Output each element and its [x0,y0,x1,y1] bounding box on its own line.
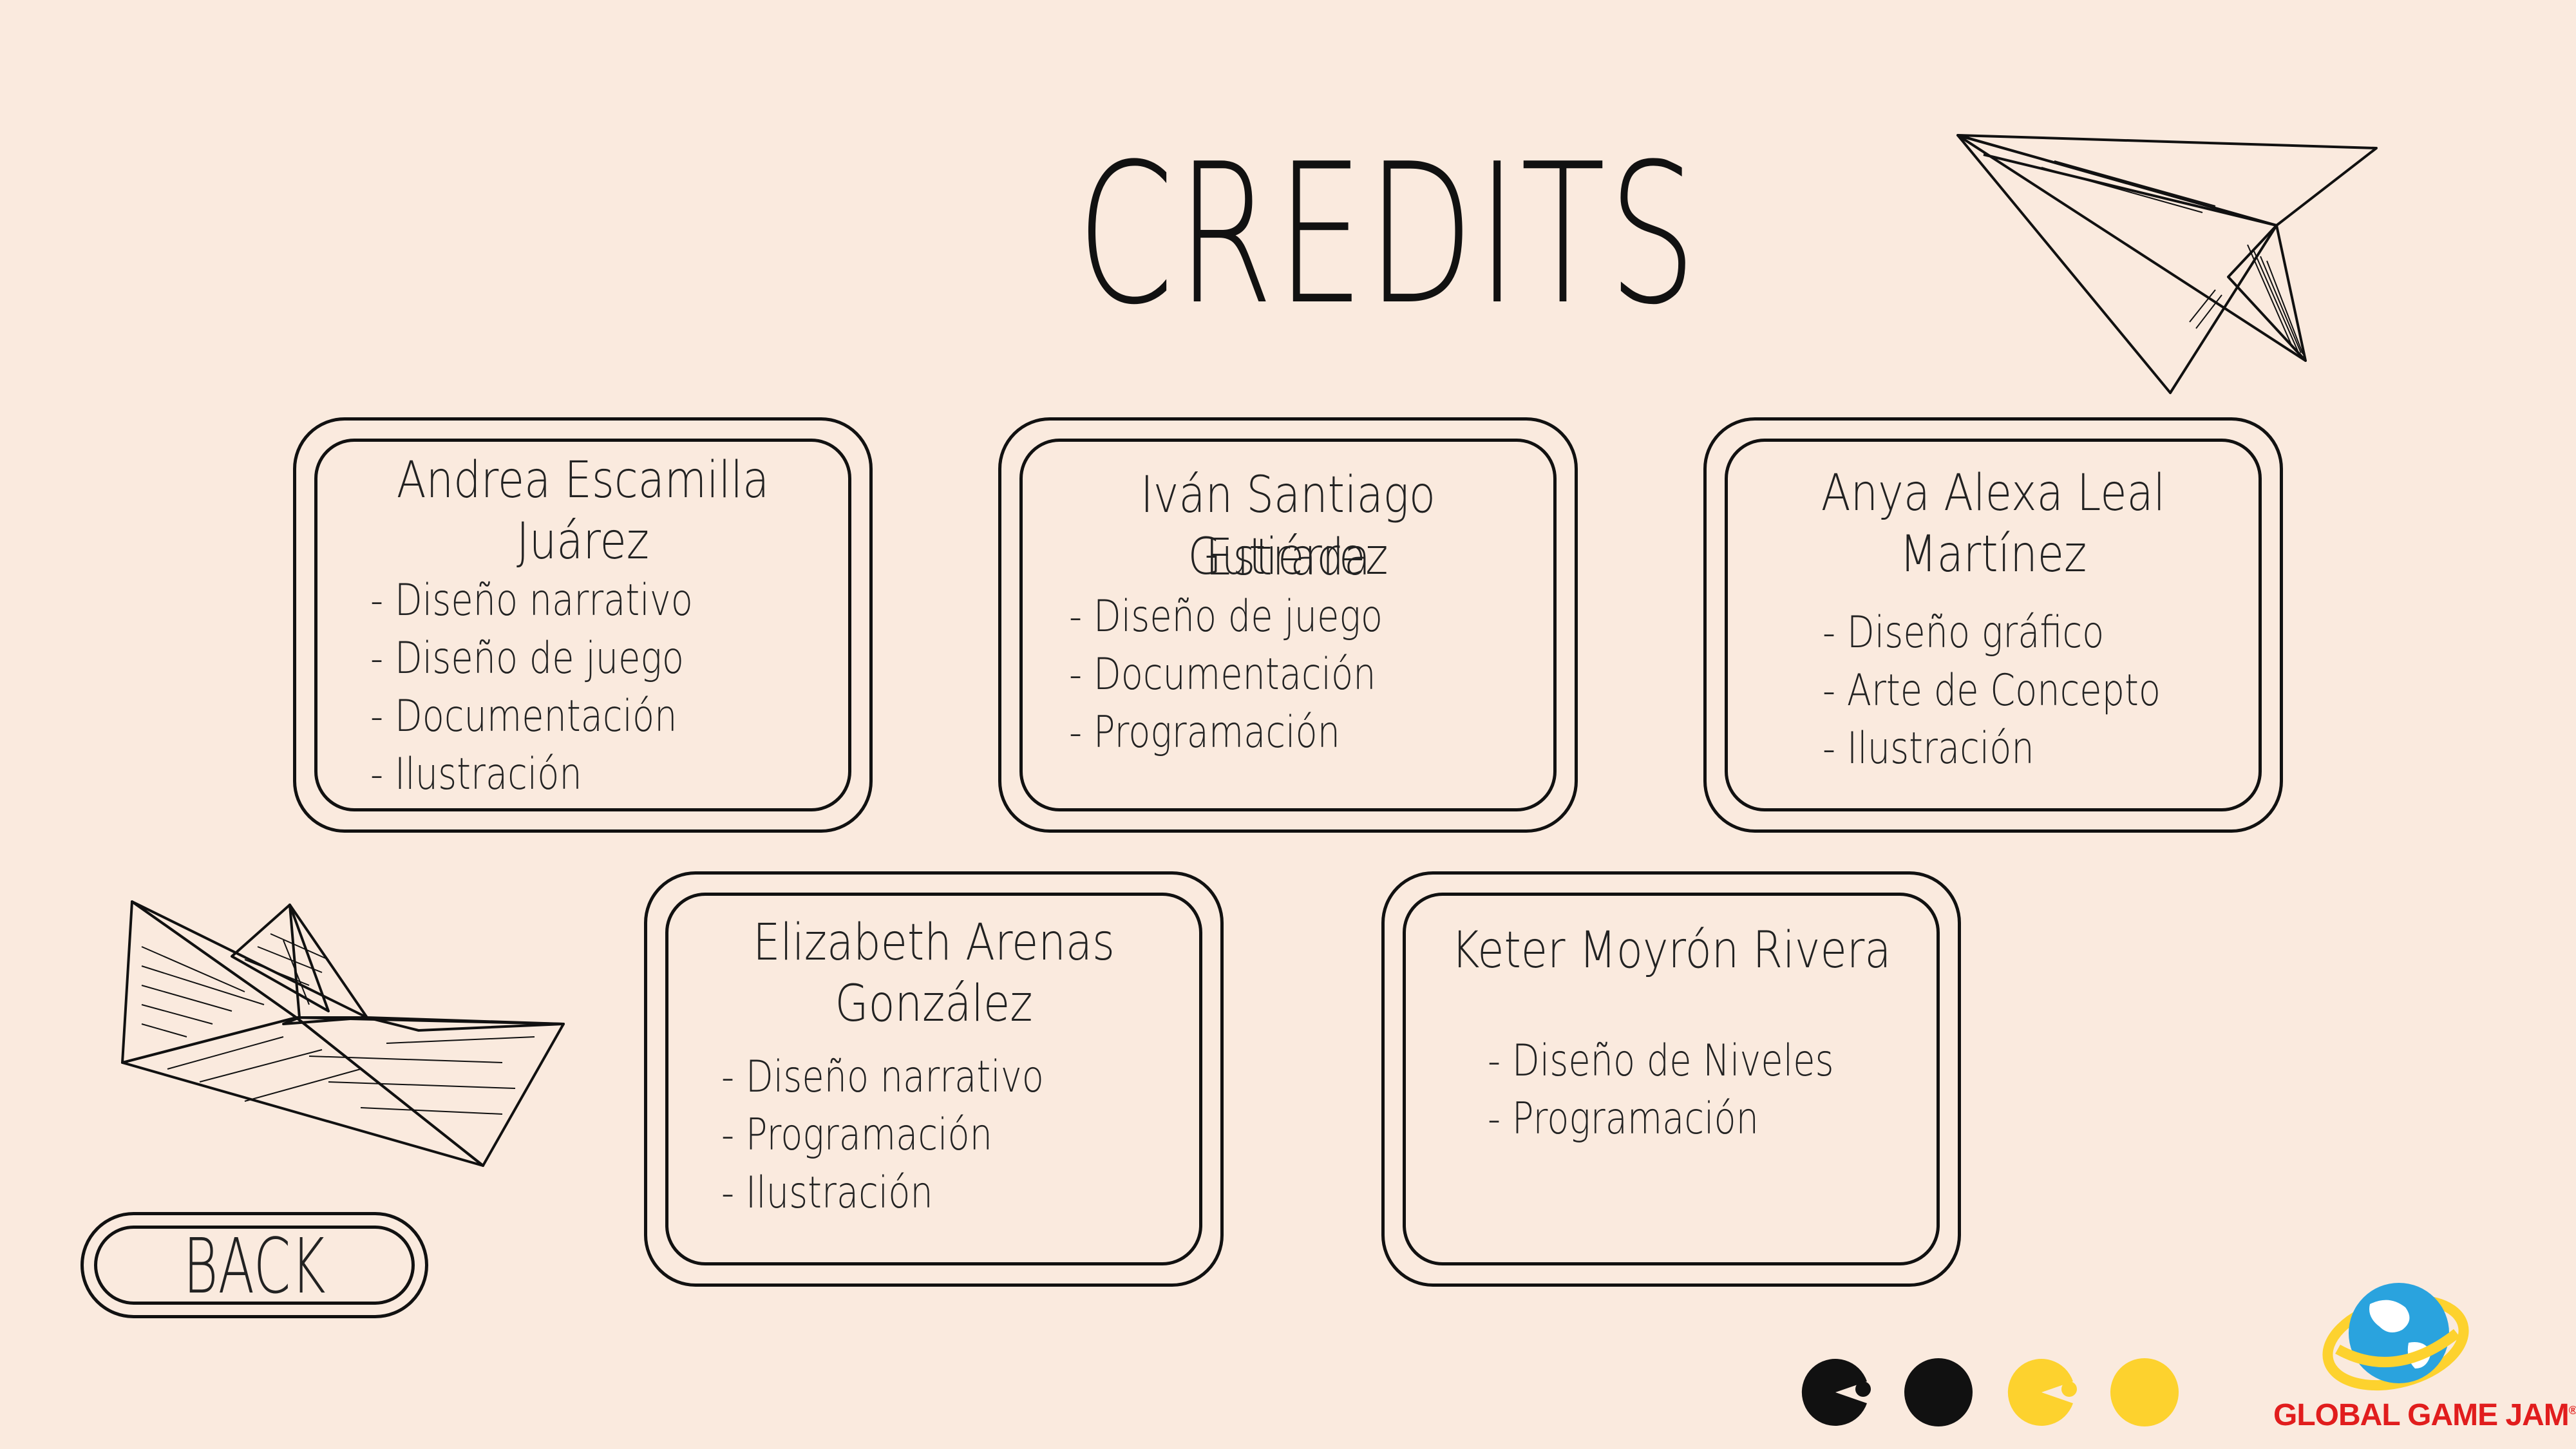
dot-yellow-chomp-icon [2007,1359,2077,1426]
credit-role: - Documentación [1069,649,1376,700]
credit-role: - Programación [721,1110,992,1160]
page-title: CREDITS [1077,122,1700,347]
credit-name-line1: Keter Moyrón Rivera [1451,922,1891,980]
credit-role: - Diseño narrativo [370,575,693,626]
credit-card-ivan: Iván Santiago Gutiérrez Estrada - Diseño… [998,417,1578,833]
credit-roles: - Diseño de juego - Documentación - Prog… [1069,588,1452,762]
dot-black-icon [1904,1358,1973,1426]
credit-role: - Diseño gráfico [1823,607,2105,658]
credit-role: - Diseño narrativo [721,1052,1044,1103]
credit-card-elizabeth: Elizabeth Arenas González - Diseño narra… [644,871,1224,1287]
credit-role: - Diseño de Niveles [1488,1036,1834,1086]
credit-card-andrea: Andrea Escamilla Juárez - Diseño narrati… [293,417,873,833]
credit-role: - Ilustración [1823,723,2034,774]
credit-card-anya: Anya Alexa Leal Martínez - Diseño gráfic… [1703,417,2283,833]
global-game-jam-logo [2322,1283,2469,1391]
credit-role: - Diseño de juego [1069,591,1383,642]
dot-black-chomp-icon [1801,1359,1871,1426]
credit-roles: - Diseño gráfico - Arte de Concepto - Il… [1823,604,2235,778]
back-button-label[interactable]: BACK [135,1228,374,1304]
paper-plane-icon [1956,134,2378,394]
credit-roles: - Diseño de Niveles - Programación [1488,1032,1910,1148]
credit-name-line1: Andrea Escamilla [396,451,770,509]
credit-name-line1: Elizabeth Arenas [753,914,1115,972]
paper-boat-icon [121,900,565,1167]
credit-role: - Arte de Concepto [1823,665,2161,716]
credit-name-line2: Juárez [516,513,649,571]
credit-name-line2: González [835,975,1033,1033]
credit-role: - Programación [1488,1094,1759,1144]
back-button[interactable]: BACK [80,1212,428,1318]
credit-name-line2: Estrada [1205,529,1371,587]
credit-name-line1: Anya Alexa Leal [1821,464,2166,522]
dot-yellow-icon [2110,1358,2179,1426]
credit-role: - Diseño de juego [370,633,684,684]
credit-roles: - Diseño narrativo - Diseño de juego - D… [370,572,764,804]
credit-role: - Documentación [370,691,677,742]
credit-role: - Ilustración [370,749,582,800]
credit-card-keter: Keter Moyrón Rivera - Diseño de Niveles … [1381,871,1961,1287]
credit-role: - Programación [1069,707,1340,758]
credit-roles: - Diseño narrativo - Programación - Ilus… [721,1048,1115,1222]
global-game-jam-logo-text: GLOBAL GAME JAM® [2273,1398,2576,1432]
credit-role: - Ilustración [721,1168,933,1218]
credit-name-line2: Martínez [1899,526,2087,583]
